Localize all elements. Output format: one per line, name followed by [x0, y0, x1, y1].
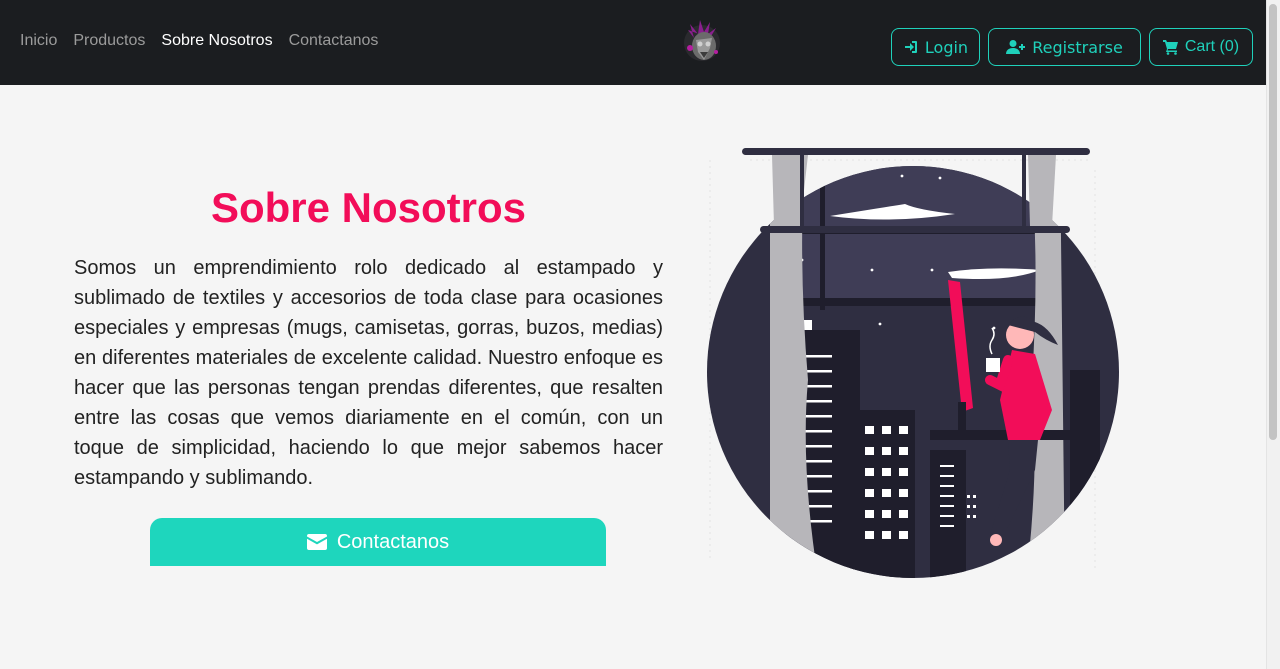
brand-logo[interactable]	[676, 16, 728, 68]
cart-label: Cart (0)	[1184, 38, 1240, 55]
page-title: Sobre Nosotros	[210, 184, 527, 231]
nav-link-productos[interactable]: Productos	[73, 32, 145, 50]
contact-button[interactable]: Contactanos	[150, 518, 606, 566]
nav-link-contactanos[interactable]: Contactanos	[289, 32, 379, 50]
login-label: Login	[924, 37, 969, 57]
contact-button-label: Contactanos	[336, 530, 450, 553]
login-button[interactable]: Login	[891, 28, 980, 66]
user-plus-icon	[1006, 40, 1026, 54]
nav-links: Inicio Productos Sobre Nosotros Contacta…	[20, 32, 378, 50]
sign-in-icon	[904, 41, 917, 53]
register-button[interactable]: Registrarse	[988, 28, 1141, 66]
about-text: Somos un emprendimiento rolo dedicado al…	[74, 257, 663, 489]
envelope-icon	[306, 534, 327, 550]
cart-button[interactable]: Cart (0)	[1149, 28, 1253, 66]
nav-link-sobre-nosotros[interactable]: Sobre Nosotros	[161, 32, 272, 50]
scrollbar-thumb[interactable]	[1269, 4, 1277, 440]
navbar: Inicio Productos Sobre Nosotros Contacta…	[0, 0, 1266, 85]
nav-link-inicio[interactable]: Inicio	[20, 32, 57, 50]
register-label: Registrarse	[1032, 37, 1123, 57]
cart-icon	[1162, 40, 1178, 55]
person-at-window-illustration	[707, 148, 1119, 578]
